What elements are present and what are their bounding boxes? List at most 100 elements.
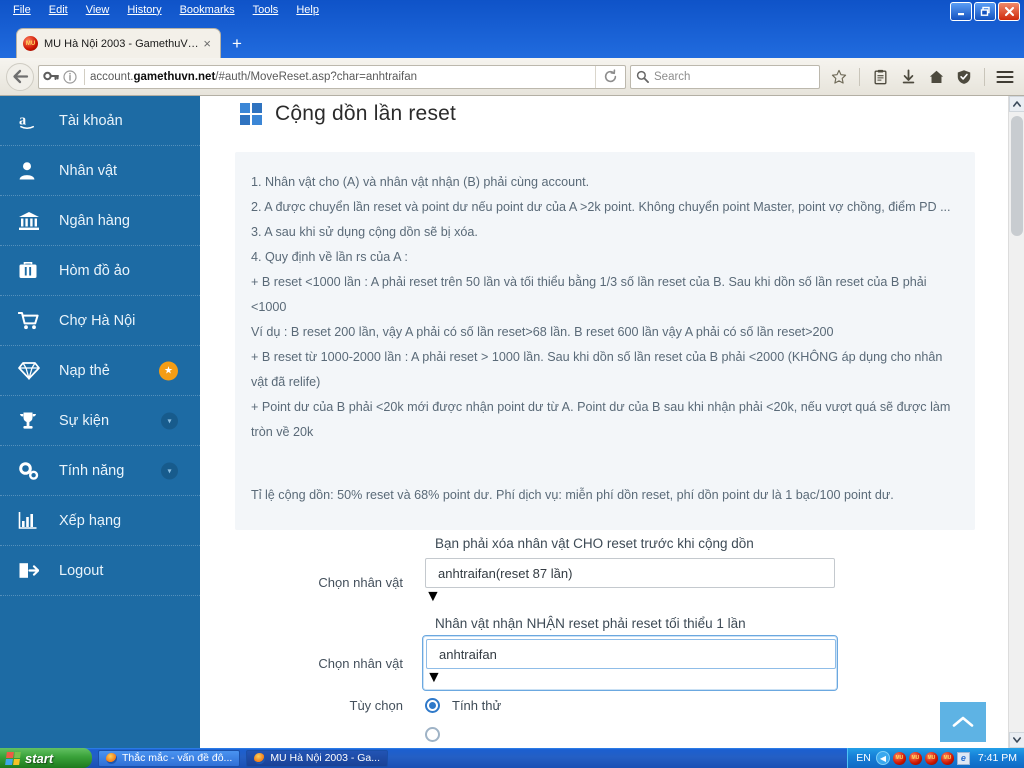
- back-button[interactable]: [6, 62, 34, 91]
- menu-history[interactable]: History: [118, 2, 170, 19]
- menu-help[interactable]: Help: [287, 2, 328, 19]
- search-placeholder: Search: [654, 70, 691, 83]
- system-tray: EN ◀ MU MU MU MU e 7:41 PM: [847, 748, 1024, 768]
- url-divider: [84, 68, 85, 85]
- shield-icon: [957, 69, 971, 84]
- bank-icon: [18, 211, 48, 231]
- library-button[interactable]: [867, 64, 893, 90]
- sidebar-item-su-kien[interactable]: Sự kiện ▾: [0, 396, 200, 446]
- rule-line-4: + B reset <1000 lần : A phải reset trên …: [251, 275, 927, 314]
- page-scrollbar[interactable]: [1008, 96, 1024, 748]
- home-button[interactable]: [923, 64, 949, 90]
- sidebar-item-ngan-hang[interactable]: Ngân hàng: [0, 196, 200, 246]
- sidebar-item-nhan-vat[interactable]: Nhân vật: [0, 146, 200, 196]
- start-button[interactable]: start: [0, 748, 92, 768]
- downloads-button[interactable]: [895, 64, 921, 90]
- user-icon: [18, 161, 48, 180]
- close-button[interactable]: [998, 2, 1020, 21]
- menu-bar: File Edit View History Bookmarks Tools H…: [0, 0, 1024, 21]
- row-select-give: Chọn nhân vật anhtraifan(reset 87 lần) ▼: [235, 558, 975, 606]
- rule-line-1: 1. Nhân vật cho (A) và nhân vật nhận (B)…: [251, 175, 590, 189]
- sidebar-item-nap-the[interactable]: Nạp thẻ ★: [0, 346, 200, 396]
- menu-help-label: Help: [296, 3, 319, 16]
- sidebar-item-hom-do-ao[interactable]: Hòm đồ ảo: [0, 246, 200, 296]
- menu-bookmarks-label: Bookmarks: [179, 3, 235, 16]
- minimize-button[interactable]: [950, 2, 972, 21]
- protection-button[interactable]: [951, 64, 977, 90]
- menu-edit[interactable]: Edit: [40, 2, 77, 19]
- rules-box: 1. Nhân vật cho (A) và nhân vật nhận (B)…: [235, 152, 975, 463]
- firefox-icon-1: [106, 752, 117, 764]
- browser-tab[interactable]: MU MU Hà Nội 2003 - GamethuVN... ×: [16, 28, 221, 58]
- menu-view[interactable]: View: [77, 2, 119, 19]
- sidebar-item-tai-khoan[interactable]: a Tài khoản: [0, 96, 200, 146]
- search-box[interactable]: Search: [630, 64, 820, 89]
- reload-button[interactable]: [595, 65, 625, 88]
- sidebar-label-cho-ha-noi: Chợ Hà Nội: [59, 312, 136, 329]
- app-menu-button[interactable]: [992, 64, 1018, 90]
- sidebar-item-tinh-nang[interactable]: Tính năng ▾: [0, 446, 200, 496]
- scrollbar-down-button[interactable]: [1009, 732, 1024, 748]
- restore-button[interactable]: [974, 2, 996, 21]
- select-give-wrapper[interactable]: anhtraifan(reset 87 lần) ▼: [425, 558, 835, 606]
- taskbar: start Thắc mắc - vấn đề đô... MU Hà Nội …: [0, 748, 1024, 768]
- mu-tray-icon-2[interactable]: MU: [908, 751, 922, 765]
- select-give-character[interactable]: anhtraifan(reset 87 lần): [425, 558, 835, 588]
- url-host-prefix: account.: [90, 70, 134, 83]
- url-identity-block[interactable]: [39, 69, 79, 84]
- menu-edit-label: Edit: [48, 3, 68, 16]
- taskbar-item-1[interactable]: Thắc mắc - vấn đề đô...: [98, 749, 241, 767]
- scrollbar-thumb[interactable]: [1011, 116, 1023, 236]
- mu-tray-icon-1[interactable]: MU: [892, 751, 906, 765]
- menu-file[interactable]: File: [4, 2, 40, 19]
- taskbar-item-2[interactable]: MU Hà Nội 2003 - Ga...: [246, 749, 389, 767]
- select-receive-wrapper[interactable]: anhtraifan ▼: [422, 635, 838, 691]
- logout-icon: [18, 561, 48, 580]
- chevron-down-icon-receive[interactable]: ▼: [426, 669, 834, 687]
- label-select-receive: Chọn nhân vật: [318, 655, 403, 671]
- bar-chart-icon: [18, 511, 48, 530]
- mu-tray-icon-4[interactable]: MU: [940, 751, 954, 765]
- menu-bookmarks[interactable]: Bookmarks: [171, 2, 244, 19]
- window-controls: [950, 2, 1020, 21]
- taskbar-item-2-label: MU Hà Nội 2003 - Ga...: [270, 752, 381, 764]
- badge-star-icon: ★: [159, 361, 178, 380]
- rule-line-3: 4. Quy định về lần rs của A :: [251, 250, 408, 264]
- mu-tray-icon-3[interactable]: MU: [924, 751, 938, 765]
- tray-clock[interactable]: 7:41 PM: [978, 752, 1017, 764]
- url-bar[interactable]: account.gamethuvn.net/#auth/MoveReset.as…: [38, 64, 626, 89]
- home-icon: [929, 70, 943, 83]
- start-label: start: [25, 750, 54, 766]
- sidebar-item-cho-ha-noi[interactable]: Chợ Hà Nội: [0, 296, 200, 346]
- chevron-down-icon-give[interactable]: ▼: [425, 588, 835, 606]
- briefcase-icon: [18, 261, 48, 280]
- sidebar-label-ngan-hang: Ngân hàng: [59, 212, 130, 229]
- menu-file-label: File: [13, 3, 31, 16]
- radio-tinh-thu[interactable]: [425, 698, 440, 713]
- sidebar-item-xep-hang[interactable]: Xếp hạng: [0, 496, 200, 546]
- firefox-icon-2: [254, 752, 266, 764]
- bookmark-star-button[interactable]: [826, 64, 852, 90]
- menu-tools[interactable]: Tools: [244, 2, 288, 19]
- scroll-to-top-button[interactable]: [940, 702, 986, 742]
- chevron-up-icon: [952, 716, 974, 727]
- chevron-left-icon[interactable]: ◀: [875, 751, 890, 765]
- scrollbar-up-button[interactable]: [1009, 96, 1024, 112]
- site-sidebar: a Tài khoản Nhân vật Ngân hàng Hòm đồ ảo…: [0, 96, 200, 748]
- minimize-icon: [958, 12, 964, 15]
- ie-tray-icon[interactable]: e: [956, 751, 970, 765]
- tray-language[interactable]: EN: [856, 752, 871, 764]
- sidebar-label-su-kien: Sự kiện: [59, 412, 110, 429]
- radio-second-option[interactable]: [425, 727, 440, 742]
- sidebar-label-tai-khoan: Tài khoản: [59, 112, 123, 129]
- chevron-down-icon-su-kien: ▾: [161, 412, 178, 429]
- url-path: /#auth/MoveReset.asp?char=anhtraifan: [215, 70, 417, 83]
- select-receive-character[interactable]: anhtraifan: [426, 639, 836, 669]
- windows-flag-icon: [5, 751, 21, 765]
- url-host: gamethuvn.net: [133, 70, 216, 83]
- browser-window: File Edit View History Bookmarks Tools H…: [0, 0, 1024, 748]
- sidebar-item-logout[interactable]: Logout: [0, 546, 200, 596]
- menu-history-label: History: [127, 3, 162, 16]
- new-tab-button[interactable]: +: [232, 35, 242, 52]
- tab-close-icon[interactable]: ×: [200, 36, 214, 51]
